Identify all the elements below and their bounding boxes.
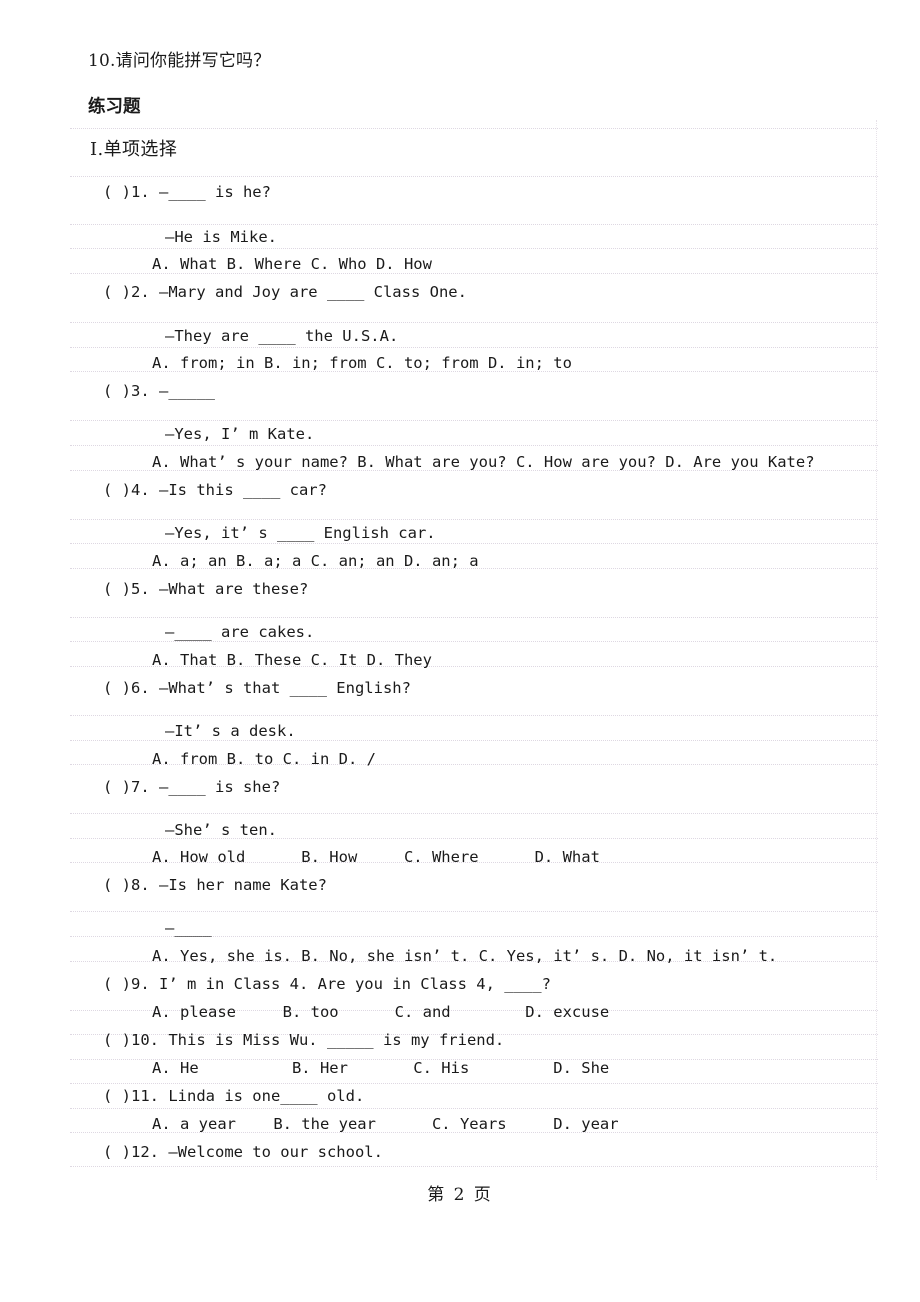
- question-options: A. What B. Where C. Who D. How: [152, 255, 432, 273]
- ruling-line: [70, 128, 878, 130]
- question-stem: ( )7. —____ is she?: [103, 778, 281, 796]
- question-stem: ( )3. —_____: [103, 382, 215, 400]
- carryover-item: 10.请问你能拼写它吗？: [88, 51, 271, 71]
- ruling-line-vertical: [876, 120, 877, 1180]
- question-reply: —She’ s ten.: [165, 821, 277, 839]
- ruling-line: [70, 248, 878, 250]
- ruling-line: [70, 273, 878, 275]
- question-reply: —____: [165, 919, 212, 937]
- ruling-line: [70, 543, 878, 545]
- question-stem: ( )9. I’ m in Class 4. Are you in Class …: [103, 975, 551, 993]
- ruling-line: [70, 420, 878, 422]
- question-stem: ( )10. This is Miss Wu. _____ is my frie…: [103, 1031, 505, 1049]
- ruling-line: [70, 1108, 878, 1110]
- question-options: A. How old B. How C. Where D. What: [152, 848, 600, 866]
- question-reply: —____ are cakes.: [165, 623, 315, 641]
- question-stem: ( )1. —____ is he?: [103, 183, 271, 201]
- question-options: A. from B. to C. in D. /: [152, 750, 376, 768]
- question-options: A. please B. too C. and D. excuse: [152, 1003, 610, 1021]
- question-reply: —Yes, I’ m Kate.: [165, 425, 315, 443]
- ruling-line: [70, 911, 878, 913]
- question-stem: ( )8. —Is her name Kate?: [103, 876, 327, 894]
- ruling-line: [70, 617, 878, 619]
- ruling-line: [70, 813, 878, 815]
- ruling-line: [70, 1083, 878, 1085]
- ruling-line: [70, 347, 878, 349]
- ruling-line: [70, 224, 878, 226]
- question-stem: ( )5. —What are these?: [103, 580, 309, 598]
- ruling-line: [70, 176, 878, 178]
- ruling-line: [70, 641, 878, 643]
- part-heading: Ⅰ.单项选择: [90, 139, 178, 160]
- question-reply: —They are ____ the U.S.A.: [165, 327, 399, 345]
- question-stem: ( )2. —Mary and Joy are ____ Class One.: [103, 283, 467, 301]
- section-title: 练习题: [88, 97, 141, 117]
- ruling-line: [70, 519, 878, 521]
- question-reply: —Yes, it’ s ____ English car.: [165, 524, 436, 542]
- question-stem: ( )12. —Welcome to our school.: [103, 1143, 383, 1161]
- ruling-line: [70, 445, 878, 447]
- question-options: A. a; an B. a; a C. an; an D. an; a: [152, 552, 479, 570]
- ruling-line: [70, 740, 878, 742]
- question-options: A. That B. These C. It D. They: [152, 651, 432, 669]
- question-options: A. Yes, she is. B. No, she isn’ t. C. Ye…: [152, 947, 778, 965]
- question-reply: —He is Mike.: [165, 228, 277, 246]
- question-options: A. a year B. the year C. Years D. year: [152, 1115, 619, 1133]
- question-options: A. What’ s your name? B. What are you? C…: [152, 453, 815, 471]
- question-options: A. He B. Her C. His D. She: [152, 1059, 610, 1077]
- ruling-line: [70, 322, 878, 324]
- question-stem: ( )4. —Is this ____ car?: [103, 481, 327, 499]
- ruling-line: [70, 1166, 878, 1168]
- question-options: A. from; in B. in; from C. to; from D. i…: [152, 354, 572, 372]
- question-stem: ( )6. —What’ s that ____ English?: [103, 679, 411, 697]
- page-footer: 第 2 页: [427, 1185, 493, 1205]
- question-stem: ( )11. Linda is one____ old.: [103, 1087, 365, 1105]
- question-reply: —It’ s a desk.: [165, 722, 296, 740]
- ruling-line: [70, 715, 878, 717]
